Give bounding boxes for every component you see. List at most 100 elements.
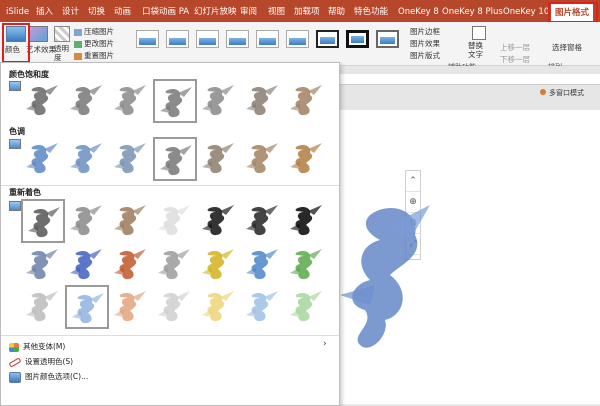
tone-swatch[interactable] <box>285 137 329 181</box>
reset-picture-icon <box>74 52 82 60</box>
picture-layout-button[interactable]: 图片版式 <box>410 50 440 61</box>
tone-swatch[interactable] <box>65 137 109 181</box>
picture-border-button[interactable]: 图片边框 <box>410 26 440 37</box>
picture-style-5[interactable] <box>256 30 279 48</box>
transparency-label[interactable]: 透明度 <box>54 44 70 62</box>
recolor-swatch[interactable] <box>241 199 285 243</box>
picture-style-8[interactable] <box>346 30 369 48</box>
tab-onekey10[interactable]: OneKey 10 <box>503 4 549 20</box>
ribbon-tab-bar: iSlide 插入 设计 切换 动画 口袋动画 PA 幻灯片放映 审阅 视图 加… <box>0 0 600 22</box>
change-picture-icon <box>74 40 82 48</box>
tab-slideshow[interactable]: 幻灯片放映 <box>194 4 237 20</box>
ruler <box>340 74 600 85</box>
tone-section-title: 色调 <box>9 127 25 136</box>
tab-pocket-animation[interactable]: 口袋动画 PA <box>142 4 189 20</box>
saturation-swatch[interactable] <box>21 79 65 123</box>
layout-icon[interactable]: ⌃ <box>406 171 420 192</box>
recolor-swatch[interactable] <box>153 199 197 243</box>
eyedropper-icon <box>8 356 22 368</box>
multi-window-label: 多窗口模式 <box>549 89 584 97</box>
dragon-picture[interactable] <box>330 195 440 375</box>
more-variations-label: 其他变体(M) <box>23 342 66 351</box>
saturation-swatch[interactable] <box>109 79 153 123</box>
compress-picture-button[interactable]: 压缩图片 <box>74 26 114 37</box>
tone-swatch[interactable] <box>153 137 197 181</box>
saturation-swatch[interactable] <box>241 79 285 123</box>
recolor-swatch[interactable] <box>197 285 241 329</box>
recolor-swatch[interactable] <box>197 243 241 287</box>
tone-swatch[interactable] <box>21 137 65 181</box>
recolor-swatch[interactable] <box>109 243 153 287</box>
recolor-swatch[interactable] <box>65 199 109 243</box>
saturation-swatch[interactable] <box>197 79 241 123</box>
tone-swatch[interactable] <box>197 137 241 181</box>
picture-style-4[interactable] <box>226 30 249 48</box>
send-backward-button[interactable]: 下移一层 <box>500 54 530 65</box>
recolor-section-icon <box>9 201 21 211</box>
separator <box>1 335 339 336</box>
picture-style-6[interactable] <box>286 30 309 48</box>
recolor-swatch[interactable] <box>65 285 109 329</box>
artistic-effects-icon <box>28 26 48 42</box>
picture-effects-button[interactable]: 图片效果 <box>410 38 440 49</box>
chevron-right-icon: › <box>323 339 327 349</box>
tab-special[interactable]: 特色功能 <box>354 4 388 20</box>
saturation-swatch[interactable] <box>153 79 197 123</box>
recolor-swatch[interactable] <box>21 243 65 287</box>
alt-text-button[interactable]: 替换文字 <box>468 41 488 59</box>
saturation-swatch[interactable] <box>65 79 109 123</box>
picture-color-options-item[interactable]: 图片颜色选项(C)... <box>9 371 88 383</box>
recolor-swatch[interactable] <box>21 285 65 329</box>
saturation-swatch[interactable] <box>285 79 329 123</box>
recolor-swatch[interactable] <box>65 243 109 287</box>
compress-icon <box>74 28 82 36</box>
highlight-picture-format-tab <box>548 2 598 23</box>
recolor-swatch[interactable] <box>197 199 241 243</box>
reset-picture-label: 重置图片 <box>84 51 114 60</box>
set-transparent-color-item[interactable]: 设置透明色(S) <box>8 356 73 368</box>
recolor-swatch[interactable] <box>241 285 285 329</box>
picture-style-2[interactable] <box>166 30 189 48</box>
tab-transitions[interactable]: 切换 <box>88 4 105 20</box>
change-picture-label: 更改图片 <box>84 39 114 48</box>
ribbon-body: 颜色 艺术效果 透明度 压缩图片 更改图片 重置图片 图片边框 图片效果 图片版… <box>0 22 600 71</box>
tone-swatch[interactable] <box>241 137 285 181</box>
separator <box>1 185 339 186</box>
change-picture-button[interactable]: 更改图片 <box>74 38 114 49</box>
recolor-swatch[interactable] <box>109 199 153 243</box>
tone-section-icon <box>9 139 21 149</box>
tab-onekey8[interactable]: OneKey 8 <box>398 4 439 20</box>
recolor-swatch[interactable] <box>285 243 329 287</box>
recolor-swatch[interactable] <box>153 285 197 329</box>
recolor-swatch[interactable] <box>241 243 285 287</box>
picture-style-3[interactable] <box>196 30 219 48</box>
bring-forward-button[interactable]: 上移一层 <box>500 42 530 53</box>
recolor-swatch[interactable] <box>109 285 153 329</box>
picture-style-7[interactable] <box>316 30 339 48</box>
recolor-swatch[interactable] <box>153 243 197 287</box>
picture-style-9[interactable] <box>376 30 399 48</box>
picture-style-1[interactable] <box>136 30 159 48</box>
picture-color-options-icon <box>9 371 21 383</box>
picture-color-options-label: 图片颜色选项(C)... <box>25 372 89 381</box>
recolor-swatch[interactable] <box>21 199 65 243</box>
tab-addins[interactable]: 加载项 <box>294 4 320 20</box>
selection-pane-button[interactable]: 选择窗格 <box>552 42 582 53</box>
tab-review[interactable]: 审阅 <box>240 4 257 20</box>
saturation-section-icon <box>9 81 21 91</box>
tab-animations[interactable]: 动画 <box>114 4 131 20</box>
more-variations-item[interactable]: 其他变体(M) <box>9 341 65 352</box>
artistic-effects-label[interactable]: 艺术效果 <box>26 44 56 55</box>
reset-picture-button[interactable]: 重置图片 <box>74 50 114 61</box>
recolor-swatch[interactable] <box>285 199 329 243</box>
multi-window-icon <box>540 89 546 95</box>
recolor-swatch[interactable] <box>285 285 329 329</box>
tab-onekey8plus[interactable]: OneKey 8 Plus <box>442 4 503 20</box>
tab-design[interactable]: 设计 <box>62 4 79 20</box>
tone-swatch[interactable] <box>109 137 153 181</box>
tab-view[interactable]: 视图 <box>268 4 285 20</box>
tab-insert[interactable]: 插入 <box>36 4 53 20</box>
tab-help[interactable]: 帮助 <box>328 4 345 20</box>
multi-window-mode[interactable]: 多窗口模式 <box>540 88 600 102</box>
tab-islide[interactable]: iSlide <box>6 4 29 20</box>
